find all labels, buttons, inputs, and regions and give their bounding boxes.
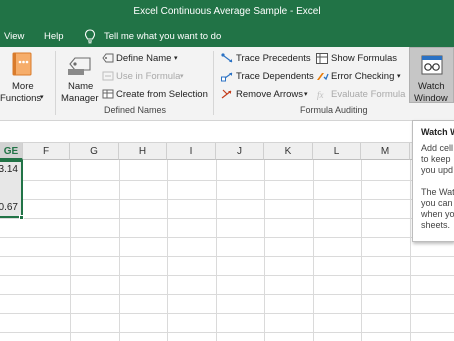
- tooltip-line: when you: [421, 209, 454, 219]
- use-in-formula-icon: [102, 71, 114, 81]
- more-functions-caret: ▾: [40, 94, 44, 101]
- lightbulb-icon: [84, 29, 96, 44]
- evaluate-formula-icon: fx: [317, 90, 324, 100]
- watch-window-tooltip: Watch W Add cell to keep you upd The Wat…: [412, 120, 454, 242]
- evaluate-formula-label: Evaluate Formula: [331, 89, 406, 100]
- ribbon-separator: [55, 51, 56, 115]
- more-functions-label-1: More: [12, 81, 34, 92]
- ribbon-formulas: More Functions ▾ Name Manager Define Nam…: [0, 47, 454, 121]
- name-manager-label-1: Name: [68, 81, 94, 92]
- define-name-icon: [102, 53, 114, 63]
- gridline: [0, 218, 454, 219]
- create-from-selection-label: Create from Selection: [116, 89, 208, 100]
- show-formulas-label: Show Formulas: [331, 53, 397, 64]
- define-name-caret: ▾: [174, 55, 178, 62]
- column-header[interactable]: F: [23, 143, 70, 160]
- fill-handle[interactable]: [19, 215, 24, 220]
- column-header[interactable]: G: [70, 143, 119, 160]
- name-manager-label-2: Manager: [61, 93, 99, 104]
- error-checking-label: Error Checking: [331, 71, 395, 82]
- column-header[interactable]: L: [313, 143, 361, 160]
- gridline: [0, 294, 454, 295]
- trace-precedents-label: Trace Precedents: [236, 53, 311, 64]
- remove-arrows-caret: ▾: [304, 91, 308, 98]
- column-header[interactable]: H: [119, 143, 167, 160]
- tooltip-line: you can: [421, 198, 453, 208]
- tooltip-line: Add cell: [421, 143, 454, 153]
- cell-value[interactable]: 3.14: [0, 164, 18, 175]
- trace-dependents-icon: [221, 72, 233, 82]
- watch-window-icon: [421, 55, 443, 75]
- gridline: [0, 256, 454, 257]
- use-in-formula-label: Use in Formula: [116, 71, 181, 82]
- create-from-selection-icon: [102, 89, 114, 99]
- remove-arrows-icon: [221, 89, 232, 99]
- gridline: [0, 313, 454, 314]
- use-in-formula-caret: ▾: [180, 73, 184, 80]
- trace-dependents-label: Trace Dependents: [236, 71, 314, 82]
- menu-bar: View Help Tell me what you want to do: [0, 26, 454, 47]
- window-title: Excel Continuous Average Sample - Excel: [133, 6, 321, 17]
- tell-me-search[interactable]: Tell me what you want to do: [104, 31, 221, 42]
- more-functions-label-2: Functions: [0, 93, 42, 104]
- column-header[interactable]: GE: [0, 143, 23, 160]
- gridline: [0, 275, 454, 276]
- remove-arrows-label: Remove Arrows: [236, 89, 304, 100]
- watch-window-button[interactable]: Watch Window: [409, 47, 454, 104]
- gridline: [0, 180, 454, 181]
- name-manager-icon: [68, 57, 91, 75]
- watch-window-label-1: Watch: [418, 81, 445, 92]
- column-header[interactable]: J: [216, 143, 264, 160]
- tooltip-line: sheets.: [421, 220, 451, 230]
- book-icon: [12, 52, 32, 76]
- column-header[interactable]: I: [167, 143, 216, 160]
- menu-help[interactable]: Help: [44, 31, 64, 42]
- formula-auditing-group-label: Formula Auditing: [300, 105, 368, 115]
- error-checking-caret: ▾: [397, 73, 401, 80]
- trace-precedents-icon: [221, 53, 233, 63]
- menu-view[interactable]: View: [4, 31, 24, 42]
- defined-names-group-label: Defined Names: [104, 105, 167, 115]
- error-checking-icon: [317, 73, 329, 81]
- tooltip-line: The Wat: [421, 187, 454, 197]
- gridline: [0, 332, 454, 333]
- worksheet-grid[interactable]: GE F G H I J K L M 3.14 0.67: [0, 143, 454, 341]
- watch-window-label-2: Window: [414, 93, 448, 104]
- ribbon-separator: [213, 51, 214, 115]
- show-formulas-icon: [316, 53, 328, 64]
- title-bar: Excel Continuous Average Sample - Excel: [0, 0, 454, 26]
- tooltip-title: Watch W: [421, 127, 454, 137]
- formula-bar[interactable]: [0, 121, 454, 143]
- define-name-label: Define Name: [116, 53, 172, 64]
- column-header[interactable]: K: [264, 143, 313, 160]
- svg-text:fx: fx: [317, 90, 324, 100]
- cell-value[interactable]: 0.67: [0, 202, 18, 213]
- tooltip-line: you upd: [421, 165, 454, 175]
- gridline: [0, 237, 454, 238]
- tooltip-line: to keep: [421, 154, 451, 164]
- column-header[interactable]: M: [361, 143, 410, 160]
- gridline: [0, 199, 454, 200]
